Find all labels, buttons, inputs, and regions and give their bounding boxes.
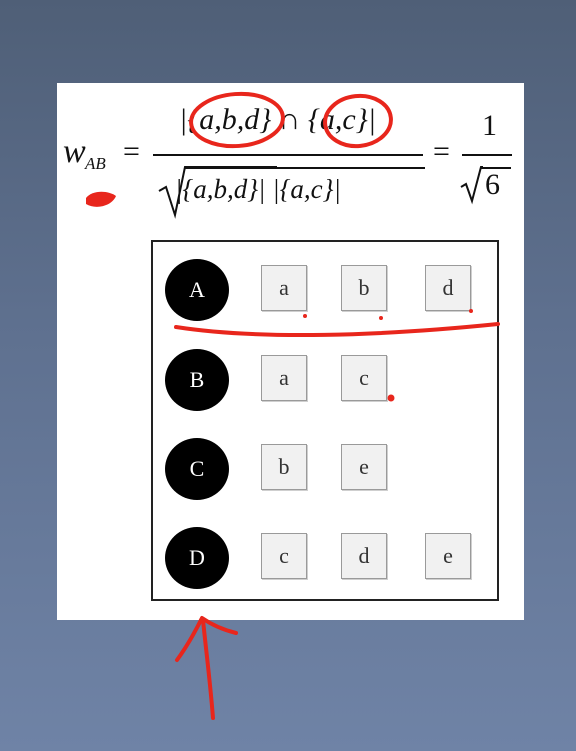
item-cell: b bbox=[341, 265, 387, 311]
weight-symbol: w bbox=[63, 133, 86, 170]
slide: w AB = |{a,b,d} ∩ {a,c}| |{a,b,d}| |{a,c… bbox=[57, 83, 524, 620]
node-a: A bbox=[165, 259, 229, 321]
row-c: C b e bbox=[153, 438, 497, 508]
row-a: A a b d bbox=[153, 259, 497, 329]
bipartite-panel: A a b d B a c C b e D c d e bbox=[151, 240, 499, 601]
node-c: C bbox=[165, 438, 229, 500]
fraction-bar bbox=[153, 154, 423, 156]
item-cell: c bbox=[341, 355, 387, 401]
formula-numerator: |{a,b,d} ∩ {a,c}| bbox=[179, 103, 376, 136]
result-sqrt-symbol bbox=[460, 166, 483, 205]
node-b: B bbox=[165, 349, 229, 411]
item-cell: e bbox=[341, 444, 387, 490]
arrow-annotation bbox=[201, 618, 215, 720]
sqrt-overline bbox=[185, 167, 425, 169]
item-cell: d bbox=[341, 533, 387, 579]
row-b: B a c bbox=[153, 349, 497, 419]
formula-denominator: |{a,b,d}| |{a,c}| bbox=[175, 174, 341, 204]
weight-subscript: AB bbox=[85, 154, 106, 173]
node-d: D bbox=[165, 527, 229, 589]
equals-sign: = bbox=[123, 135, 140, 168]
formula: w AB = |{a,b,d} ∩ {a,c}| |{a,b,d}| |{a,c… bbox=[57, 83, 524, 233]
item-cell: a bbox=[261, 265, 307, 311]
equals-sign-2: = bbox=[433, 135, 450, 168]
item-cell: a bbox=[261, 355, 307, 401]
item-cell: c bbox=[261, 533, 307, 579]
result-denominator: 6 bbox=[485, 168, 500, 201]
row-d: D c d e bbox=[153, 527, 497, 597]
item-cell: e bbox=[425, 533, 471, 579]
result-fraction-bar bbox=[462, 154, 512, 156]
arrow-head-annotation bbox=[175, 616, 238, 662]
item-cell: d bbox=[425, 265, 471, 311]
result-numerator: 1 bbox=[482, 109, 497, 142]
item-cell: b bbox=[261, 444, 307, 490]
